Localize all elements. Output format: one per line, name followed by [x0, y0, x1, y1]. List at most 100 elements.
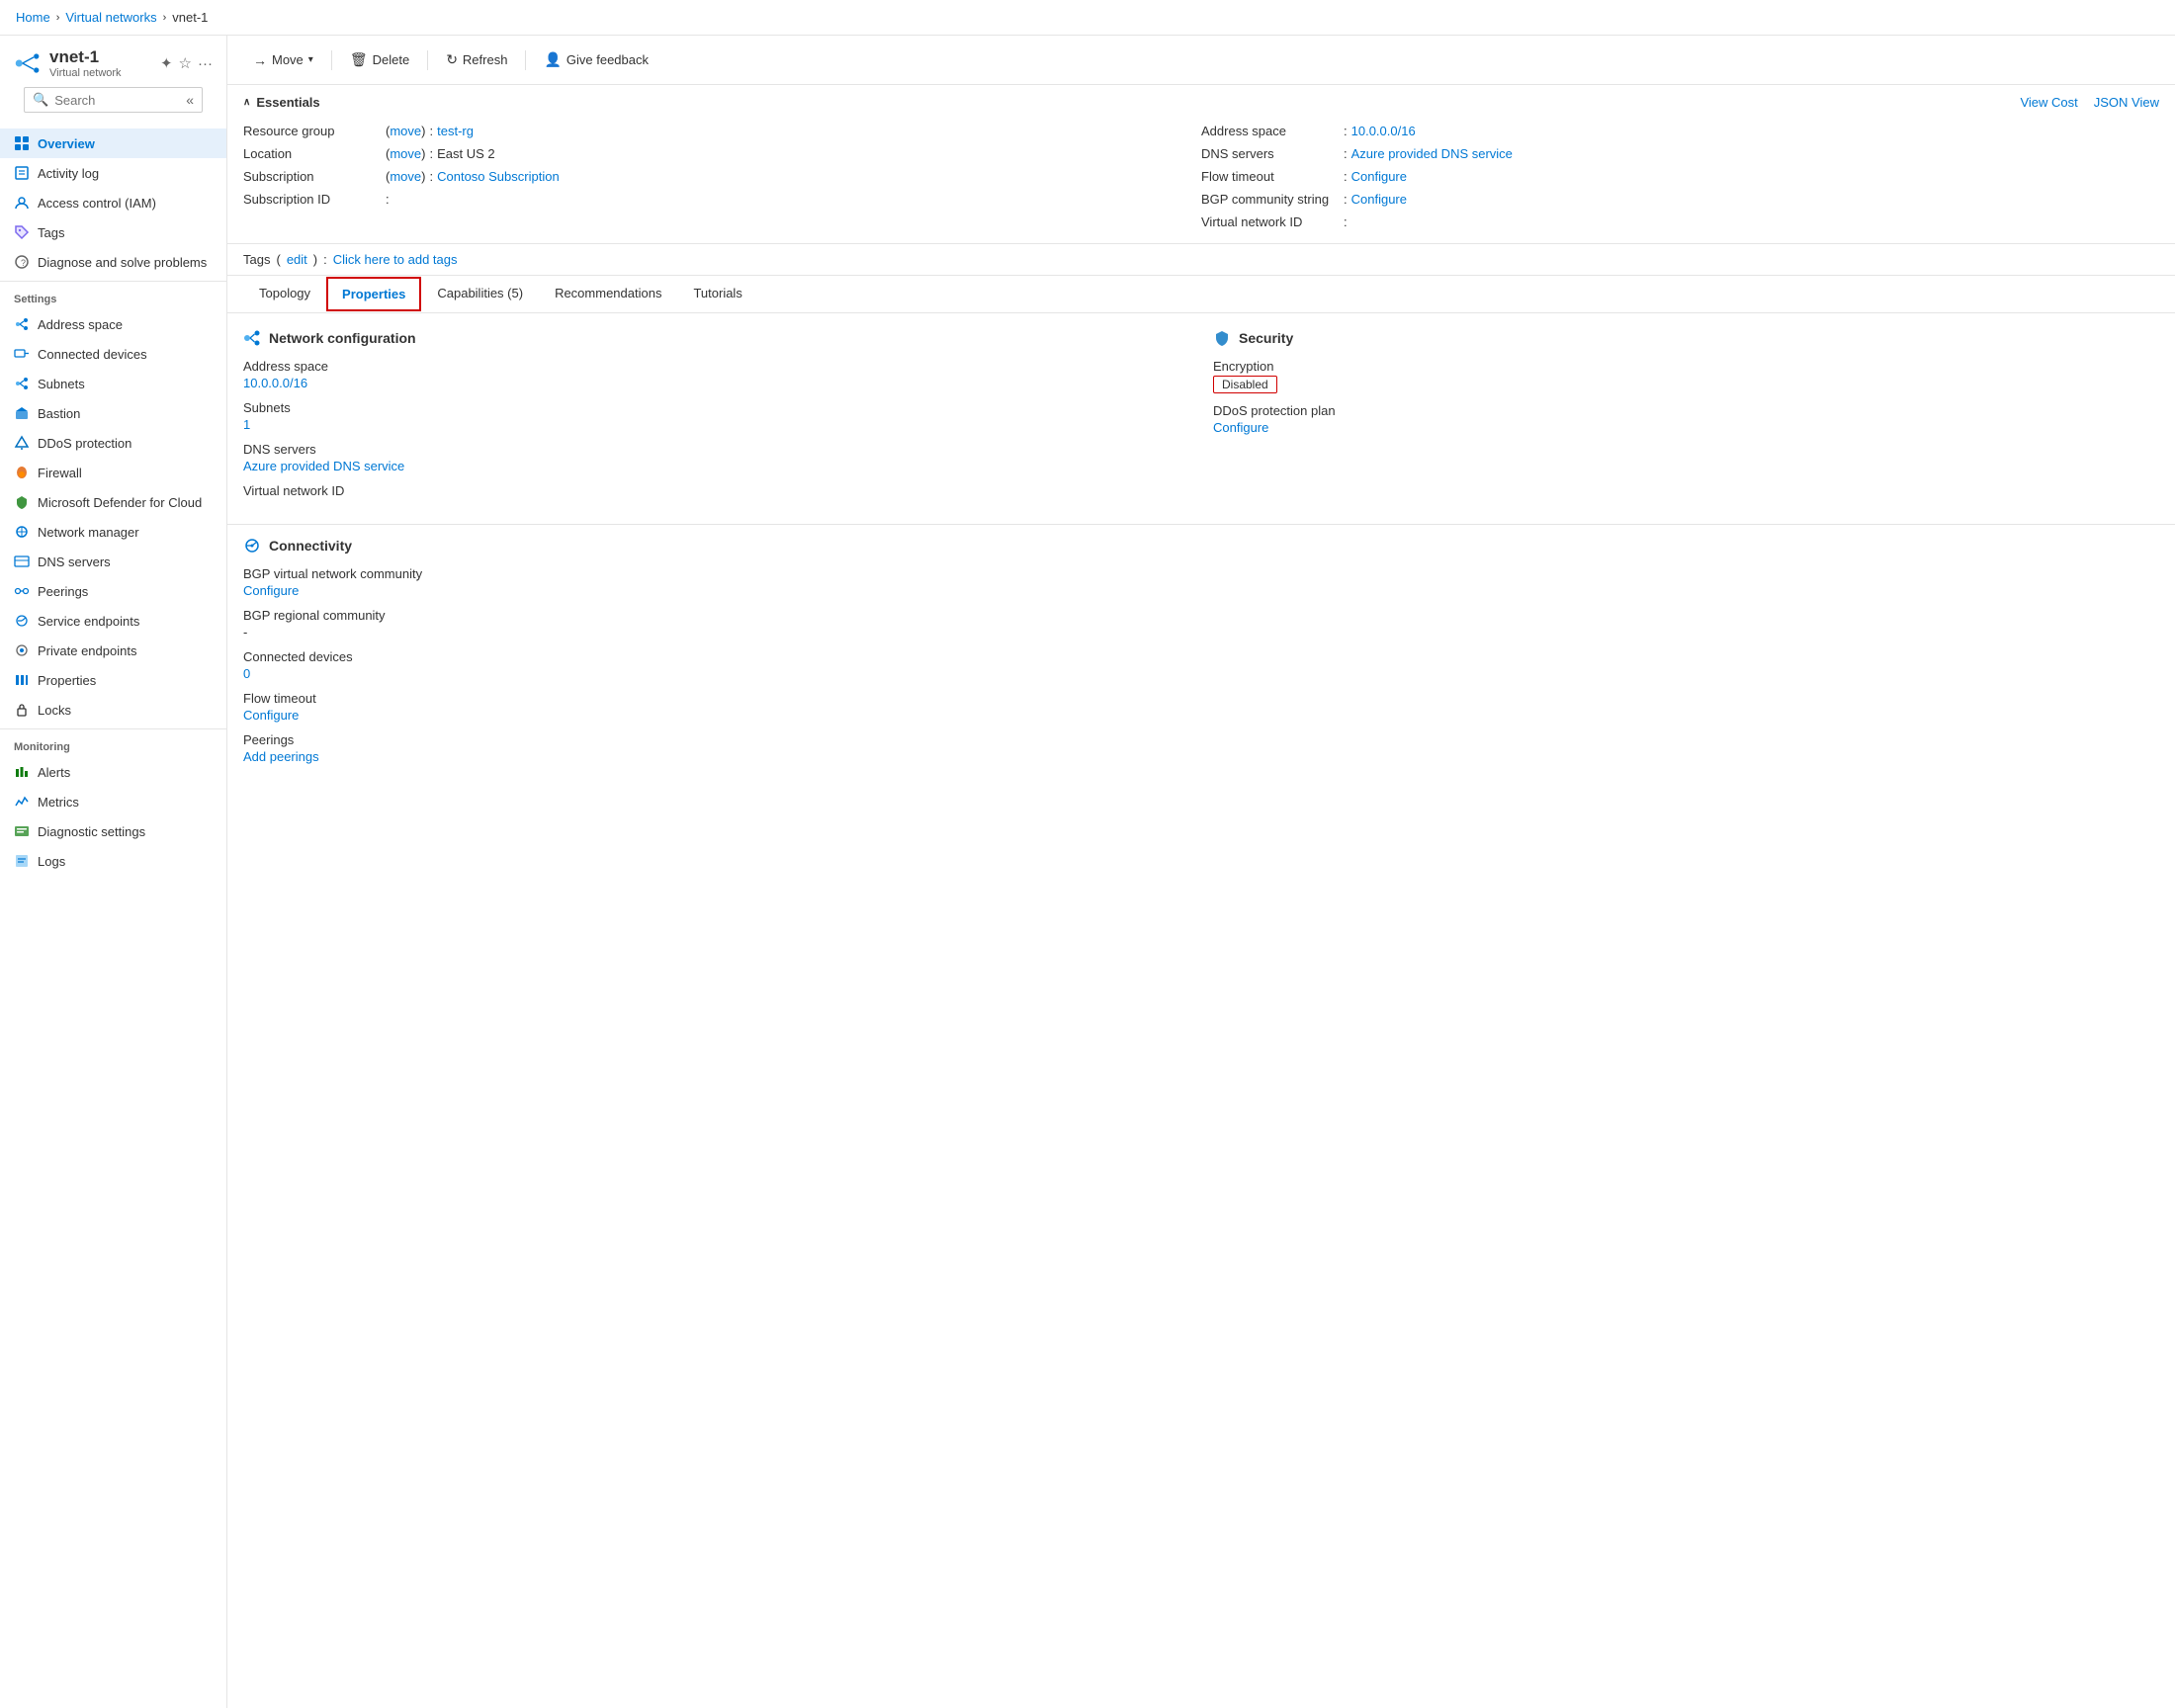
resource-name: vnet-1 [49, 47, 122, 67]
defender-icon [14, 494, 30, 510]
sidebar-item-metrics-label: Metrics [38, 795, 79, 810]
location-value: East US 2 [437, 146, 495, 161]
pin-icon[interactable]: ✦ [160, 54, 173, 72]
delete-button[interactable]: 🗑 Delete [340, 45, 419, 74]
sidebar-item-service-endpoints-label: Service endpoints [38, 614, 139, 629]
sidebar-item-access-control[interactable]: Access control (IAM) [0, 188, 226, 217]
sidebar-item-subnets-label: Subnets [38, 377, 85, 391]
nc-dns-servers-value[interactable]: Azure provided DNS service [243, 459, 404, 473]
sidebar-item-properties[interactable]: Properties [0, 665, 226, 695]
ddos-configure-link[interactable]: Configure [1213, 420, 1268, 435]
resource-group-value[interactable]: test-rg [437, 124, 474, 138]
nc-virtual-network-id-item: Virtual network ID [243, 483, 1189, 498]
ddos-protection-label: DDoS protection plan [1213, 403, 2159, 418]
subscription-value[interactable]: Contoso Subscription [437, 169, 560, 184]
sidebar-item-locks[interactable]: Locks [0, 695, 226, 725]
breadcrumb-home[interactable]: Home [16, 10, 50, 25]
sidebar-item-diagnose-label: Diagnose and solve problems [38, 255, 207, 270]
sidebar-item-private-endpoints[interactable]: Private endpoints [0, 636, 226, 665]
nc-subnets-value[interactable]: 1 [243, 417, 250, 432]
sidebar-item-tags[interactable]: Tags [0, 217, 226, 247]
sidebar-item-firewall-label: Firewall [38, 466, 82, 480]
access-control-icon [14, 195, 30, 211]
metrics-icon [14, 794, 30, 810]
location-move-link[interactable]: move [390, 146, 421, 161]
sidebar-item-alerts-label: Alerts [38, 765, 70, 780]
locks-icon [14, 702, 30, 718]
sidebar-item-firewall[interactable]: Firewall [0, 458, 226, 487]
sidebar-item-metrics[interactable]: Metrics [0, 787, 226, 816]
network-manager-icon [14, 524, 30, 540]
tab-tutorials[interactable]: Tutorials [677, 276, 757, 312]
sidebar-item-defender[interactable]: Microsoft Defender for Cloud [0, 487, 226, 517]
sidebar-item-dns-servers[interactable]: DNS servers [0, 547, 226, 576]
add-peerings-link[interactable]: Add peerings [243, 749, 319, 764]
flow-timeout-configure[interactable]: Configure [243, 708, 299, 723]
sidebar-item-overview[interactable]: Overview [0, 128, 226, 158]
bastion-icon [14, 405, 30, 421]
sidebar-item-address-space[interactable]: Address space [0, 309, 226, 339]
essentials-grid: Resource group (move) : test-rg Location… [227, 116, 2175, 244]
move-button[interactable]: → Move ▾ [243, 46, 323, 74]
refresh-button[interactable]: ↻ Refresh [436, 45, 517, 74]
sidebar-item-network-manager[interactable]: Network manager [0, 517, 226, 547]
tab-topology[interactable]: Topology [243, 276, 326, 312]
subscription-move-link[interactable]: move [390, 169, 421, 184]
tab-properties[interactable]: Properties [326, 277, 421, 311]
breadcrumb-virtual-networks[interactable]: Virtual networks [65, 10, 156, 25]
flow-timeout-value[interactable]: Configure [1351, 169, 1407, 184]
sidebar-item-diagnostic-settings[interactable]: Diagnostic settings [0, 816, 226, 846]
sidebar-item-address-space-label: Address space [38, 317, 123, 332]
address-space-value[interactable]: 10.0.0.0/16 [1351, 124, 1416, 138]
monitoring-section-label: Monitoring [0, 728, 226, 757]
encryption-item: Encryption Disabled [1213, 359, 2159, 393]
address-space-row: Address space : 10.0.0.0/16 [1201, 122, 2159, 140]
tags-add-link[interactable]: Click here to add tags [333, 252, 458, 267]
give-feedback-button[interactable]: 👤 Give feedback [534, 45, 658, 74]
bgp-community-value[interactable]: Configure [1351, 192, 1407, 207]
sidebar-item-overview-label: Overview [38, 136, 95, 151]
resource-group-move-link[interactable]: move [390, 124, 421, 138]
sidebar-item-activity-log[interactable]: Activity log [0, 158, 226, 188]
properties-content: Network configuration Address space 10.0… [227, 313, 2175, 524]
bgp-vnet-configure[interactable]: Configure [243, 583, 299, 598]
star-icon[interactable]: ☆ [179, 54, 192, 72]
sidebar-item-peerings-label: Peerings [38, 584, 88, 599]
collapse-button[interactable]: « [186, 92, 194, 108]
tags-label: Tags [243, 252, 270, 267]
toolbar-separator-2 [427, 50, 428, 70]
private-endpoints-icon [14, 642, 30, 658]
json-view-link[interactable]: JSON View [2094, 95, 2159, 110]
toolbar-separator-3 [525, 50, 526, 70]
search-input[interactable] [54, 93, 180, 108]
sidebar-item-subnets[interactable]: Subnets [0, 369, 226, 398]
sidebar-item-ddos-label: DDoS protection [38, 436, 131, 451]
more-icon[interactable]: ··· [198, 55, 213, 72]
sidebar-item-logs[interactable]: Logs [0, 846, 226, 876]
security-section: Security Encryption Disabled DDoS protec… [1213, 329, 2159, 508]
search-box[interactable]: 🔍 « [24, 87, 203, 113]
sidebar-item-diagnose[interactable]: ? Diagnose and solve problems [0, 247, 226, 277]
sidebar-item-alerts[interactable]: Alerts [0, 757, 226, 787]
subnets-icon [14, 376, 30, 391]
resource-type: Virtual network [49, 67, 122, 79]
essentials-right-col: Address space : 10.0.0.0/16 DNS servers … [1201, 122, 2159, 231]
nc-address-space-value[interactable]: 10.0.0.0/16 [243, 376, 307, 390]
connectivity-header: Connectivity [243, 537, 2159, 555]
sidebar-item-ddos[interactable]: DDoS protection [0, 428, 226, 458]
essentials-collapse-icon[interactable]: ∧ [243, 97, 250, 108]
svg-text:?: ? [21, 258, 26, 268]
connected-devices-value[interactable]: 0 [243, 666, 250, 681]
dns-servers-value[interactable]: Azure provided DNS service [1351, 146, 1513, 161]
subscription-id-label: Subscription ID [243, 192, 382, 207]
sidebar-item-bastion[interactable]: Bastion [0, 398, 226, 428]
tab-capabilities[interactable]: Capabilities (5) [421, 276, 539, 312]
sidebar-item-peerings[interactable]: Peerings [0, 576, 226, 606]
breadcrumb: Home › Virtual networks › vnet-1 [0, 0, 2175, 36]
sidebar-item-service-endpoints[interactable]: Service endpoints [0, 606, 226, 636]
sidebar-item-connected-devices[interactable]: Connected devices [0, 339, 226, 369]
sidebar-item-logs-label: Logs [38, 854, 65, 869]
tab-recommendations[interactable]: Recommendations [539, 276, 677, 312]
view-cost-link[interactable]: View Cost [2020, 95, 2077, 110]
tags-edit-link[interactable]: edit [287, 252, 307, 267]
